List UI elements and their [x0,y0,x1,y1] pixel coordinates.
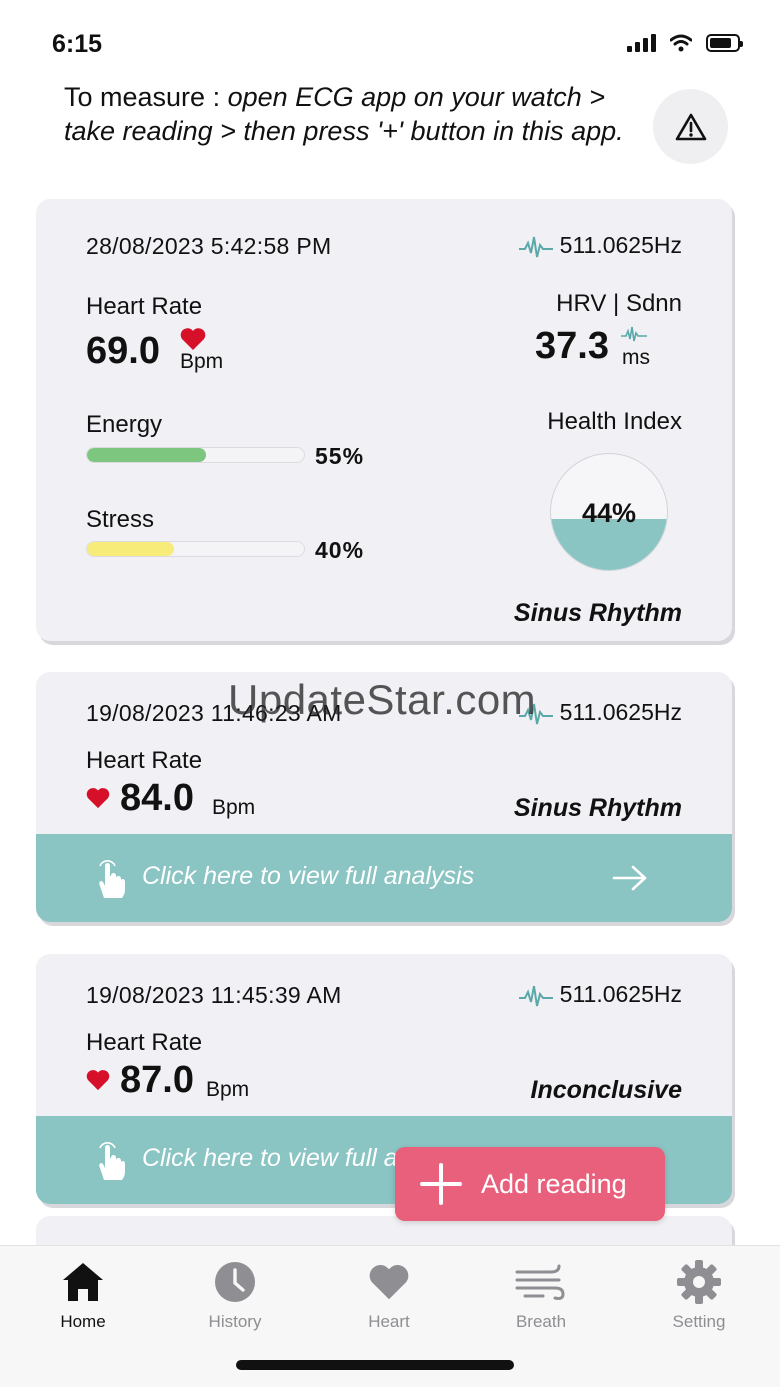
ecg-small-icon [621,326,647,342]
tab-heart[interactable]: Heart [319,1258,459,1332]
frequency-value: 511.0625Hz [559,699,682,725]
status-icons [627,34,743,52]
frequency-value: 511.0625Hz [559,981,682,1007]
add-reading-label: Add reading [481,1168,627,1199]
home-icon [63,1263,103,1301]
heart-rate-value: 84.0 [120,777,194,819]
heart-rate-label: Heart Rate [86,293,203,320]
heart-rate-unit: Bpm [212,796,256,819]
stress-label: Stress [86,506,155,533]
measure-instruction: To measure : open ECG app on your watch … [64,80,654,148]
heart-icon [369,1265,409,1300]
view-analysis-button[interactable]: Click here to view full analysis [36,834,732,922]
stress-percent: 40% [315,537,365,563]
tab-label: Home [60,1312,106,1331]
energy-bar [86,447,305,463]
heart-icon [86,1070,110,1091]
tab-setting[interactable]: Setting [629,1258,769,1332]
plus-icon [420,1163,462,1205]
tab-label: Heart [368,1312,410,1331]
status-time: 6:15 [52,30,103,58]
frequency-readout: 511.0625Hz [518,981,682,1008]
tab-breath[interactable]: Breath [471,1258,611,1332]
ecg-wave-icon [518,236,553,257]
gear-icon [677,1260,721,1304]
status-bar: 6:15 [0,0,780,80]
heart-rate-label: Heart Rate [86,747,203,774]
frequency-readout: 511.0625Hz [518,232,682,259]
frequency-value: 511.0625Hz [559,232,682,258]
reading-datetime: 28/08/2023 5:42:58 PM [86,233,332,259]
tab-label: History [208,1312,262,1331]
health-index-label: Health Index [547,408,682,435]
heart-icon [86,788,110,809]
energy-percent: 55% [315,443,365,469]
reading-datetime: 19/08/2023 11:45:39 AM [86,982,342,1008]
ecg-wave-icon [518,985,553,1006]
wifi-icon [670,34,692,52]
stress-bar-fill [87,542,174,556]
warning-button[interactable] [653,89,728,164]
instruction-heading: To measure : [64,82,221,112]
rhythm-result: Inconclusive [530,1076,682,1104]
health-index-gauge: 44% [550,453,668,571]
tab-home[interactable]: Home [13,1258,153,1332]
heart-rate-value: 69.0 [86,330,160,372]
hrv-unit: ms [622,346,650,369]
tab-label: Setting [672,1312,726,1331]
tap-hand-icon [99,860,125,898]
home-indicator [236,1360,514,1370]
tap-hand-icon [99,1142,125,1180]
heart-icon [180,328,206,350]
heart-rate-unit: Bpm [180,350,224,373]
stress-bar [86,541,305,557]
energy-bar-fill [87,448,207,462]
add-reading-button[interactable]: Add reading [395,1147,665,1221]
hrv-label: HRV | Sdnn [556,290,682,317]
heart-rate-label: Heart Rate [86,1029,203,1056]
heart-rate-unit: Bpm [206,1078,250,1101]
frequency-readout: 511.0625Hz [518,699,682,726]
rhythm-result: Sinus Rhythm [513,599,682,627]
view-analysis-label: Click here to view full analysis [142,862,475,890]
latest-reading-card[interactable]: 28/08/2023 5:42:58 PM 511.0625Hz Heart R… [36,199,732,641]
tab-history[interactable]: History [165,1258,305,1332]
energy-label: Energy [86,411,163,438]
health-index-value: 44% [581,498,637,528]
wind-icon [515,1264,565,1300]
arrow-right-icon [612,865,647,891]
hrv-value: 37.3 [535,325,609,367]
heart-rate-value: 87.0 [120,1059,194,1101]
tab-label: Breath [515,1312,567,1331]
watermark-text: UpdateStar.com [228,676,537,723]
warning-icon [675,113,706,140]
battery-icon [706,34,743,52]
rhythm-result: Sinus Rhythm [513,794,682,822]
clock-icon [215,1262,255,1302]
signal-icon [627,34,656,52]
